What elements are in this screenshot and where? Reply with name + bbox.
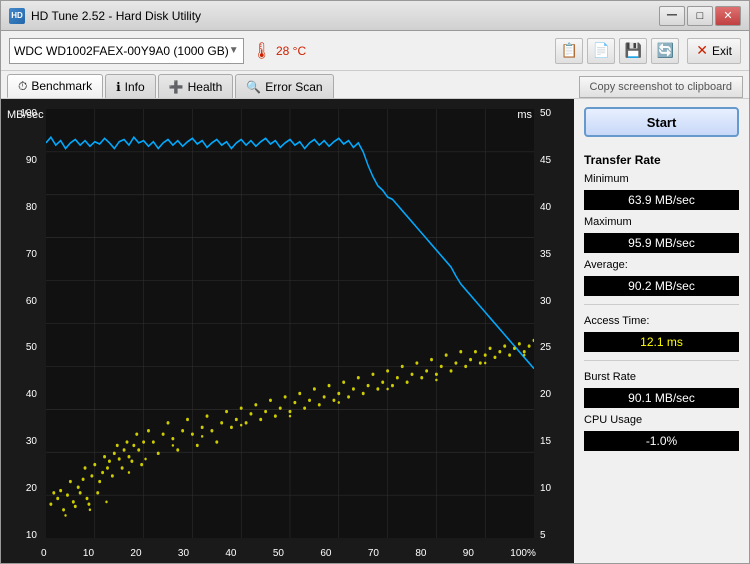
close-button[interactable]: ✕ bbox=[715, 6, 741, 26]
save-icon-btn[interactable]: 💾 bbox=[619, 38, 647, 64]
cpu-usage-value: -1.0% bbox=[584, 431, 739, 451]
tab-info-label: Info bbox=[125, 80, 145, 94]
divider-2 bbox=[584, 360, 739, 361]
y-right-25: 25 bbox=[540, 343, 551, 353]
y-left-100: 100 bbox=[20, 109, 37, 119]
transfer-rate-label: Transfer Rate bbox=[584, 153, 739, 167]
benchmark-icon: ⏱ bbox=[18, 79, 27, 94]
burst-rate-label: Burst Rate bbox=[584, 371, 739, 383]
main-window: HD HD Tune 2.52 - Hard Disk Utility ─ □ … bbox=[0, 0, 750, 564]
divider-1 bbox=[584, 304, 739, 305]
y-axis-right: 50 45 40 35 30 25 20 15 10 5 bbox=[536, 109, 574, 541]
y-right-5: 5 bbox=[540, 531, 546, 541]
y-right-20: 20 bbox=[540, 390, 551, 400]
y-left-80: 80 bbox=[26, 203, 37, 213]
y-right-10: 10 bbox=[540, 484, 551, 494]
y-left-50: 50 bbox=[26, 343, 37, 353]
minimum-value: 63.9 MB/sec bbox=[584, 190, 739, 210]
y-axis-left: 100 90 80 70 60 50 40 30 20 10 bbox=[1, 109, 41, 541]
errorscan-icon: 🔍 bbox=[246, 80, 261, 94]
dropdown-arrow-icon: ▼ bbox=[229, 45, 239, 56]
window-title: HD Tune 2.52 - Hard Disk Utility bbox=[31, 9, 659, 23]
maximize-button[interactable]: □ bbox=[687, 6, 713, 26]
tab-info[interactable]: ℹ Info bbox=[105, 74, 156, 98]
y-right-45: 45 bbox=[540, 156, 551, 166]
screenshot-button[interactable]: Copy screenshot to clipboard bbox=[579, 76, 743, 98]
average-value: 90.2 MB/sec bbox=[584, 276, 739, 296]
y-right-50: 50 bbox=[540, 109, 551, 119]
info-icon: ℹ bbox=[116, 80, 121, 94]
tabs-bar: ⏱ Benchmark ℹ Info ➕ Health 🔍 Error Scan… bbox=[1, 71, 749, 99]
window-controls: ─ □ ✕ bbox=[659, 6, 741, 26]
exit-label: Exit bbox=[712, 44, 732, 58]
toolbar: WDC WD1002FAEX-00Y9A0 (1000 GB) ▼ 🌡 28 °… bbox=[1, 31, 749, 71]
y-left-10: 10 bbox=[26, 531, 37, 541]
start-label: Start bbox=[647, 115, 677, 130]
tab-health[interactable]: ➕ Health bbox=[158, 74, 234, 98]
app-icon: HD bbox=[9, 8, 25, 24]
y-left-40: 40 bbox=[26, 390, 37, 400]
stats-panel: Start Transfer Rate Minimum 63.9 MB/sec … bbox=[574, 99, 749, 563]
cpu-usage-label: CPU Usage bbox=[584, 414, 739, 426]
y-right-40: 40 bbox=[540, 203, 551, 213]
y-right-30: 30 bbox=[540, 297, 551, 307]
maximum-value: 95.9 MB/sec bbox=[584, 233, 739, 253]
chart-area: MB/sec ms 100 90 80 70 60 50 40 30 20 10… bbox=[1, 99, 574, 563]
exit-icon: ✕ bbox=[696, 42, 708, 59]
average-label: Average: bbox=[584, 259, 739, 271]
access-time-label: Access Time: bbox=[584, 315, 739, 327]
health-icon: ➕ bbox=[169, 80, 184, 94]
tab-errorscan[interactable]: 🔍 Error Scan bbox=[235, 74, 333, 98]
paste-icon-btn[interactable]: 📄 bbox=[587, 38, 615, 64]
titlebar: HD HD Tune 2.52 - Hard Disk Utility ─ □ … bbox=[1, 1, 749, 31]
y-right-15: 15 bbox=[540, 437, 551, 447]
y-left-60: 60 bbox=[26, 297, 37, 307]
main-content: MB/sec ms 100 90 80 70 60 50 40 30 20 10… bbox=[1, 99, 749, 563]
maximum-label: Maximum bbox=[584, 216, 739, 228]
copy-icon-btn[interactable]: 📋 bbox=[555, 38, 583, 64]
exit-button[interactable]: ✕ Exit bbox=[687, 38, 741, 64]
x-axis: 0 10 20 30 40 50 60 70 80 90 100% bbox=[41, 549, 536, 559]
tab-health-label: Health bbox=[188, 80, 223, 94]
y-left-20: 20 bbox=[26, 484, 37, 494]
tab-benchmark[interactable]: ⏱ Benchmark bbox=[7, 74, 103, 98]
thermometer-icon: 🌡 bbox=[252, 41, 272, 61]
y-right-35: 35 bbox=[540, 250, 551, 260]
toolbar-icons: 📋 📄 💾 🔄 bbox=[555, 38, 679, 64]
temperature-display: 🌡 28 °C bbox=[252, 41, 306, 61]
access-time-value: 12.1 ms bbox=[584, 332, 739, 352]
y-left-30: 30 bbox=[26, 437, 37, 447]
tab-errorscan-label: Error Scan bbox=[265, 80, 322, 94]
drive-name: WDC WD1002FAEX-00Y9A0 (1000 GB) bbox=[14, 44, 229, 58]
tab-benchmark-label: Benchmark bbox=[31, 79, 92, 93]
y-right-unit-label: ms bbox=[517, 109, 532, 121]
temperature-value: 28 °C bbox=[276, 44, 306, 58]
minimize-button[interactable]: ─ bbox=[659, 6, 685, 26]
benchmark-chart bbox=[46, 109, 534, 538]
burst-rate-value: 90.1 MB/sec bbox=[584, 388, 739, 408]
refresh-icon-btn[interactable]: 🔄 bbox=[651, 38, 679, 64]
start-button[interactable]: Start bbox=[584, 107, 739, 137]
y-left-90: 90 bbox=[26, 156, 37, 166]
screenshot-label: Copy screenshot to clipboard bbox=[590, 81, 732, 93]
minimum-label: Minimum bbox=[584, 173, 739, 185]
y-left-70: 70 bbox=[26, 250, 37, 260]
drive-selector[interactable]: WDC WD1002FAEX-00Y9A0 (1000 GB) ▼ bbox=[9, 38, 244, 64]
